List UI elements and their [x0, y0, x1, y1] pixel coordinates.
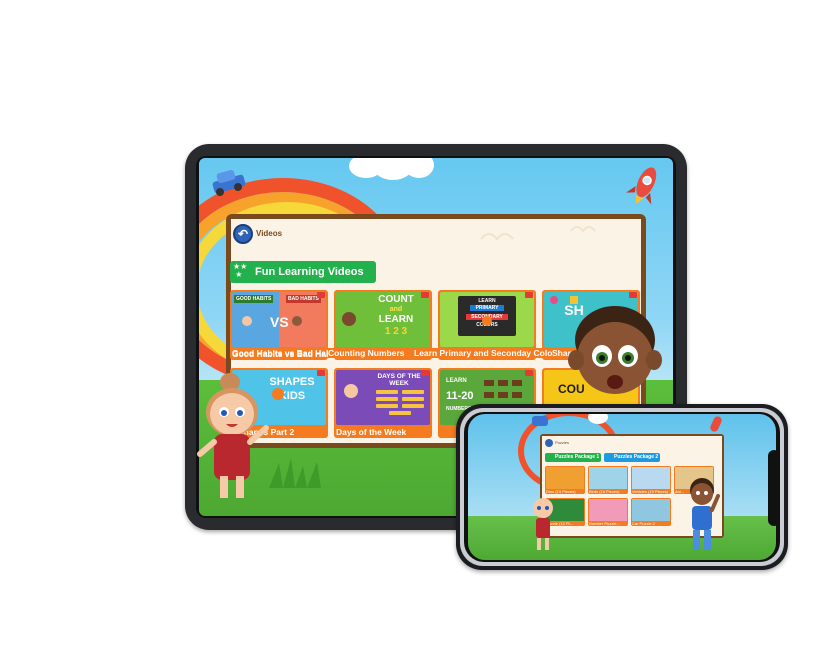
video-title: Good Habits vs Bad Habits	[232, 348, 342, 358]
youtube-icon	[317, 370, 325, 376]
thumb-text: VS	[270, 314, 289, 330]
girl-character	[196, 368, 276, 513]
page-title: Videos	[256, 229, 283, 238]
video-thumbnail: DAYS OF THE WEEK	[336, 370, 430, 425]
kid-figure	[344, 384, 358, 398]
thumb-text: LEARN	[478, 298, 496, 304]
weekday-chips	[376, 390, 424, 416]
youtube-icon	[525, 370, 533, 376]
puzzle-thumbnail	[632, 499, 670, 521]
video-thumbnail: COUNT and LEARN 1 2 3	[336, 292, 430, 347]
rocket-icon	[625, 162, 665, 213]
thumb-text: GOOD HABITS	[234, 295, 274, 303]
puzzle-thumbnail	[589, 499, 627, 521]
puzzle-thumbnail	[546, 467, 584, 489]
thumb-text: 11-20	[446, 390, 474, 402]
rocket-icon	[708, 415, 724, 433]
stars-icon: ★★ ★	[233, 262, 248, 279]
video-thumbnail: GOOD HABITS BAD HABITS VS	[232, 292, 326, 347]
video-title: Learn Primary and Seconday Colors	[414, 348, 561, 358]
boy-character	[682, 476, 722, 563]
shape-icon	[550, 296, 558, 304]
thumb-text: COUNT	[378, 294, 414, 305]
youtube-icon	[525, 292, 533, 298]
back-button[interactable]	[545, 439, 553, 447]
puzzle-card[interactable]: Car Puzzle 2	[631, 498, 671, 526]
youtube-icon	[421, 292, 429, 298]
video-title: Days of the Week	[336, 427, 407, 437]
puzzle-card[interactable]: Dino (15 Pieces)	[545, 466, 585, 494]
puzzle-card[interactable]: Birds (16 Pieces)	[588, 466, 628, 494]
back-button[interactable]: ↶	[233, 224, 253, 244]
thumb-text: PRIMARY	[470, 305, 504, 311]
puzzle-thumbnail	[632, 467, 670, 489]
boy-character	[560, 300, 670, 415]
youtube-icon	[317, 292, 325, 298]
car-icon	[532, 416, 548, 426]
video-title: Counting Numbers	[328, 348, 405, 358]
puzzles-package-2-tab[interactable]: Puzzles Package 2	[604, 453, 660, 462]
kid-figure	[292, 316, 302, 326]
puzzle-title: Vehicles (15 Pieces)	[632, 489, 669, 494]
thumb-text: DAYS OF THE WEEK	[377, 373, 421, 387]
thumb-text: LEARN	[446, 378, 467, 384]
puzzle-title: Birds (16 Pieces)	[589, 489, 620, 494]
youtube-icon	[421, 370, 429, 376]
kid-figure	[242, 316, 252, 326]
thumb-text: 1 2 3	[384, 326, 408, 337]
puzzle-title: Car Puzzle 2	[632, 521, 655, 526]
thumb-text: BAD HABITS	[286, 295, 321, 303]
puzzle-title: Dino (15 Pieces)	[546, 489, 576, 494]
car-icon	[209, 166, 249, 205]
youtube-icon	[629, 292, 637, 298]
phone-notch	[768, 450, 780, 526]
kid-figure	[342, 312, 356, 326]
puzzle-card[interactable]: Vehicles (15 Pieces)	[631, 466, 671, 494]
section-title: Fun Learning Videos	[255, 266, 364, 278]
grass-decoration	[269, 458, 329, 493]
video-thumbnail: LEARN PRIMARY SECONDARY COLORS	[440, 292, 534, 347]
puzzle-title: Number Puzzle...	[589, 521, 620, 526]
thumb-text: and	[389, 306, 403, 313]
puzzle-card[interactable]: Number Puzzle...	[588, 498, 628, 526]
puzzles-package-1-tab[interactable]: Puzzles Package 1	[545, 453, 601, 462]
page-title: Puzzles	[555, 440, 570, 445]
cloud	[404, 158, 434, 178]
play-icon	[482, 316, 492, 326]
girl-character	[528, 496, 558, 561]
thumb-text: LEARN	[378, 314, 414, 325]
puzzle-thumbnail	[589, 467, 627, 489]
back-arrow-icon: ↶	[237, 227, 249, 241]
